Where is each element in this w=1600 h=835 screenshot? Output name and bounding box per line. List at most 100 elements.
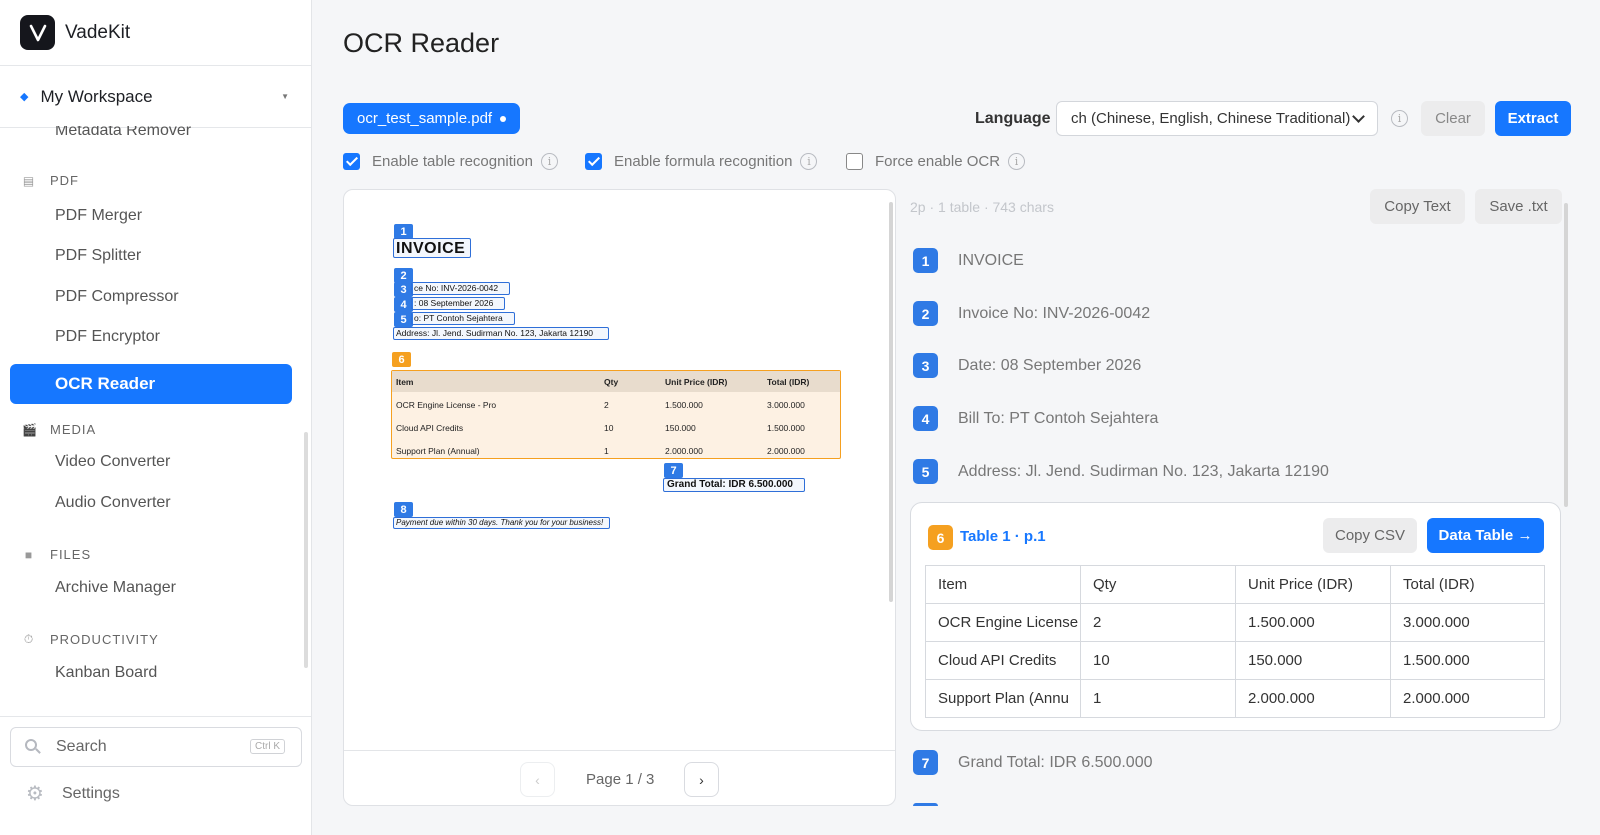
copy-text-button[interactable]: Copy Text	[1370, 189, 1465, 224]
save-txt-button[interactable]: Save .txt	[1475, 189, 1562, 224]
prev-page-button[interactable]: ‹	[520, 762, 555, 797]
sidebar-search[interactable]: Search Ctrl K	[10, 727, 302, 767]
sidebar-item-pdf-splitter[interactable]: PDF Splitter	[55, 247, 141, 265]
force-ocr-checkbox[interactable]	[846, 153, 863, 170]
chevron-right-icon: ›	[699, 771, 704, 788]
formula-recognition-label: Enable formula recognition	[614, 153, 793, 170]
sidebar-item-metadata-remover[interactable]: Metadata Remover	[55, 126, 191, 140]
table-header-cell: Total (IDR)	[1390, 565, 1545, 604]
doc-line-region[interactable]: o: PT Contoh Sejahtera	[411, 312, 515, 325]
doc-table-cell: 1.500.000	[665, 400, 703, 410]
sidebar: VadeKit ◆ My Workspace ▼ Metadata Remove…	[0, 0, 312, 835]
sidebar-item-video-converter[interactable]: Video Converter	[55, 453, 170, 471]
doc-footnote-region[interactable]: Payment due within 30 days. Thank you fo…	[393, 517, 610, 529]
table-title: Table 1 · p.1	[960, 528, 1046, 545]
caret-down-icon: ▼	[281, 92, 289, 101]
table-recognition-label: Enable table recognition	[372, 153, 533, 170]
next-page-button[interactable]: ›	[684, 762, 719, 797]
search-label: Search	[56, 738, 107, 755]
result-item[interactable]: 7 Grand Total: IDR 6.500.000	[913, 750, 1153, 775]
result-number: 2	[913, 301, 938, 326]
result-item[interactable]: 3 Date: 08 September 2026	[913, 353, 1141, 378]
table-row: Cloud API Credits 10 150.000 1.500.000	[925, 641, 1545, 680]
settings-link[interactable]: ⚙ Settings	[26, 784, 120, 804]
section-pdf-label: PDF	[50, 173, 79, 188]
table-header-cell: Qty	[1080, 565, 1236, 604]
doc-table-cell: 1.500.000	[767, 423, 805, 433]
result-number: 5	[913, 459, 938, 484]
search-shortcut: Ctrl K	[250, 739, 285, 754]
sidebar-scrollbar[interactable]	[304, 432, 308, 668]
table-header-cell: Unit Price (IDR)	[1235, 565, 1391, 604]
doc-table-cell: Cloud API Credits	[396, 423, 464, 433]
sidebar-item-pdf-encryptor[interactable]: PDF Encryptor	[55, 328, 160, 346]
info-icon[interactable]: i	[1008, 153, 1026, 170]
result-item[interactable]: 2 Invoice No: INV-2026-0042	[913, 301, 1150, 326]
result-text: INVOICE	[958, 251, 1024, 269]
info-icon[interactable]: i	[800, 153, 818, 170]
language-select[interactable]: ch (Chinese, English, Chinese Traditiona…	[1056, 101, 1378, 136]
doc-table-cell: 1	[604, 446, 609, 456]
result-table: Item Qty Unit Price (IDR) Total (IDR) OC…	[925, 565, 1545, 718]
divider	[0, 716, 311, 717]
folder-icon: ■	[24, 547, 34, 562]
table-cell: 1.500.000	[1235, 603, 1391, 642]
table-row: Support Plan (Annu 1 2.000.000 2.000.000	[925, 679, 1545, 718]
doc-table-region[interactable]: Item Qty Unit Price (IDR) Total (IDR) OC…	[391, 370, 841, 459]
doc-table-cell: 2.000.000	[767, 446, 805, 456]
sidebar-item-ocr-reader[interactable]: OCR Reader	[10, 364, 292, 404]
file-name: ocr_test_sample.pdf	[357, 110, 493, 127]
option-force-ocr[interactable]: Force enable OCR i	[846, 153, 1026, 170]
copy-csv-button[interactable]: Copy CSV	[1323, 518, 1417, 553]
table-recognition-checkbox[interactable]	[343, 153, 360, 170]
workspace-switcher[interactable]: ◆ My Workspace ▼	[0, 66, 311, 128]
result-table-card: 6 Table 1 · p.1 Copy CSV Data Table → It…	[910, 502, 1561, 731]
region-tag-8[interactable]: 8	[394, 502, 413, 517]
results-meta: 2p · 1 table · 743 chars	[910, 199, 1054, 215]
file-chip[interactable]: ocr_test_sample.pdf	[343, 103, 521, 134]
region-tag-6[interactable]: 6	[392, 352, 411, 367]
pagination: ‹ Page 1 / 3 ›	[344, 750, 895, 805]
formula-recognition-checkbox[interactable]	[585, 153, 602, 170]
doc-line-region[interactable]: ce No: INV-2026-0042	[411, 282, 510, 295]
result-item[interactable]: 1 INVOICE	[913, 248, 1024, 273]
info-icon[interactable]: i	[1391, 110, 1408, 127]
info-icon[interactable]: i	[540, 153, 558, 170]
section-files-label: FILES	[50, 547, 92, 562]
doc-table-header-cell: Item	[396, 377, 414, 387]
doc-title-region[interactable]: INVOICE	[393, 238, 471, 258]
clear-button[interactable]: Clear	[1421, 101, 1485, 136]
doc-table-cell: 150.000	[665, 423, 696, 433]
doc-table-cell: 2	[604, 400, 609, 410]
results-scrollbar[interactable]	[1564, 203, 1568, 507]
data-table-button[interactable]: Data Table →	[1427, 518, 1544, 553]
sidebar-item-pdf-compressor[interactable]: PDF Compressor	[55, 288, 179, 306]
result-text: Address: Jl. Jend. Sudirman No. 123, Jak…	[958, 462, 1329, 480]
result-number: 1	[913, 248, 938, 273]
table-row: OCR Engine License 2 1.500.000 3.000.000	[925, 603, 1545, 642]
section-media-label: MEDIA	[50, 422, 97, 437]
region-tag-2[interactable]: 2	[394, 268, 413, 283]
doc-table-cell: Support Plan (Annual)	[396, 446, 480, 456]
status-dot-icon	[500, 115, 507, 122]
option-formula-recognition[interactable]: Enable formula recognition i	[585, 153, 818, 170]
app-name: VadeKit	[65, 21, 131, 43]
option-table-recognition[interactable]: Enable table recognition i	[343, 153, 558, 170]
result-item[interactable]: 5 Address: Jl. Jend. Sudirman No. 123, J…	[913, 459, 1329, 484]
doc-grand-total-region[interactable]: Grand Total: IDR 6.500.000	[663, 478, 805, 492]
doc-address-region[interactable]: Address: Jl. Jend. Sudirman No. 123, Jak…	[393, 327, 609, 340]
table-cell: Support Plan (Annu	[925, 679, 1081, 718]
preview-scrollbar[interactable]	[889, 202, 893, 602]
page-indicator: Page 1 / 3	[586, 771, 655, 788]
region-tag-7[interactable]: 7	[664, 463, 683, 478]
doc-line-region[interactable]: : 08 September 2026	[411, 297, 505, 310]
region-tag-1[interactable]: 1	[394, 224, 413, 239]
sidebar-item-pdf-merger[interactable]: PDF Merger	[55, 207, 142, 225]
extract-button[interactable]: Extract	[1495, 101, 1571, 136]
sidebar-item-audio-converter[interactable]: Audio Converter	[55, 494, 171, 512]
result-item[interactable]: 4 Bill To: PT Contoh Sejahtera	[913, 406, 1158, 431]
sidebar-item-kanban-board[interactable]: Kanban Board	[55, 664, 157, 682]
chevron-left-icon: ‹	[535, 771, 540, 788]
sidebar-item-archive-manager[interactable]: Archive Manager	[55, 579, 176, 597]
sidebar-item-ocr-reader-label: OCR Reader	[55, 374, 156, 393]
